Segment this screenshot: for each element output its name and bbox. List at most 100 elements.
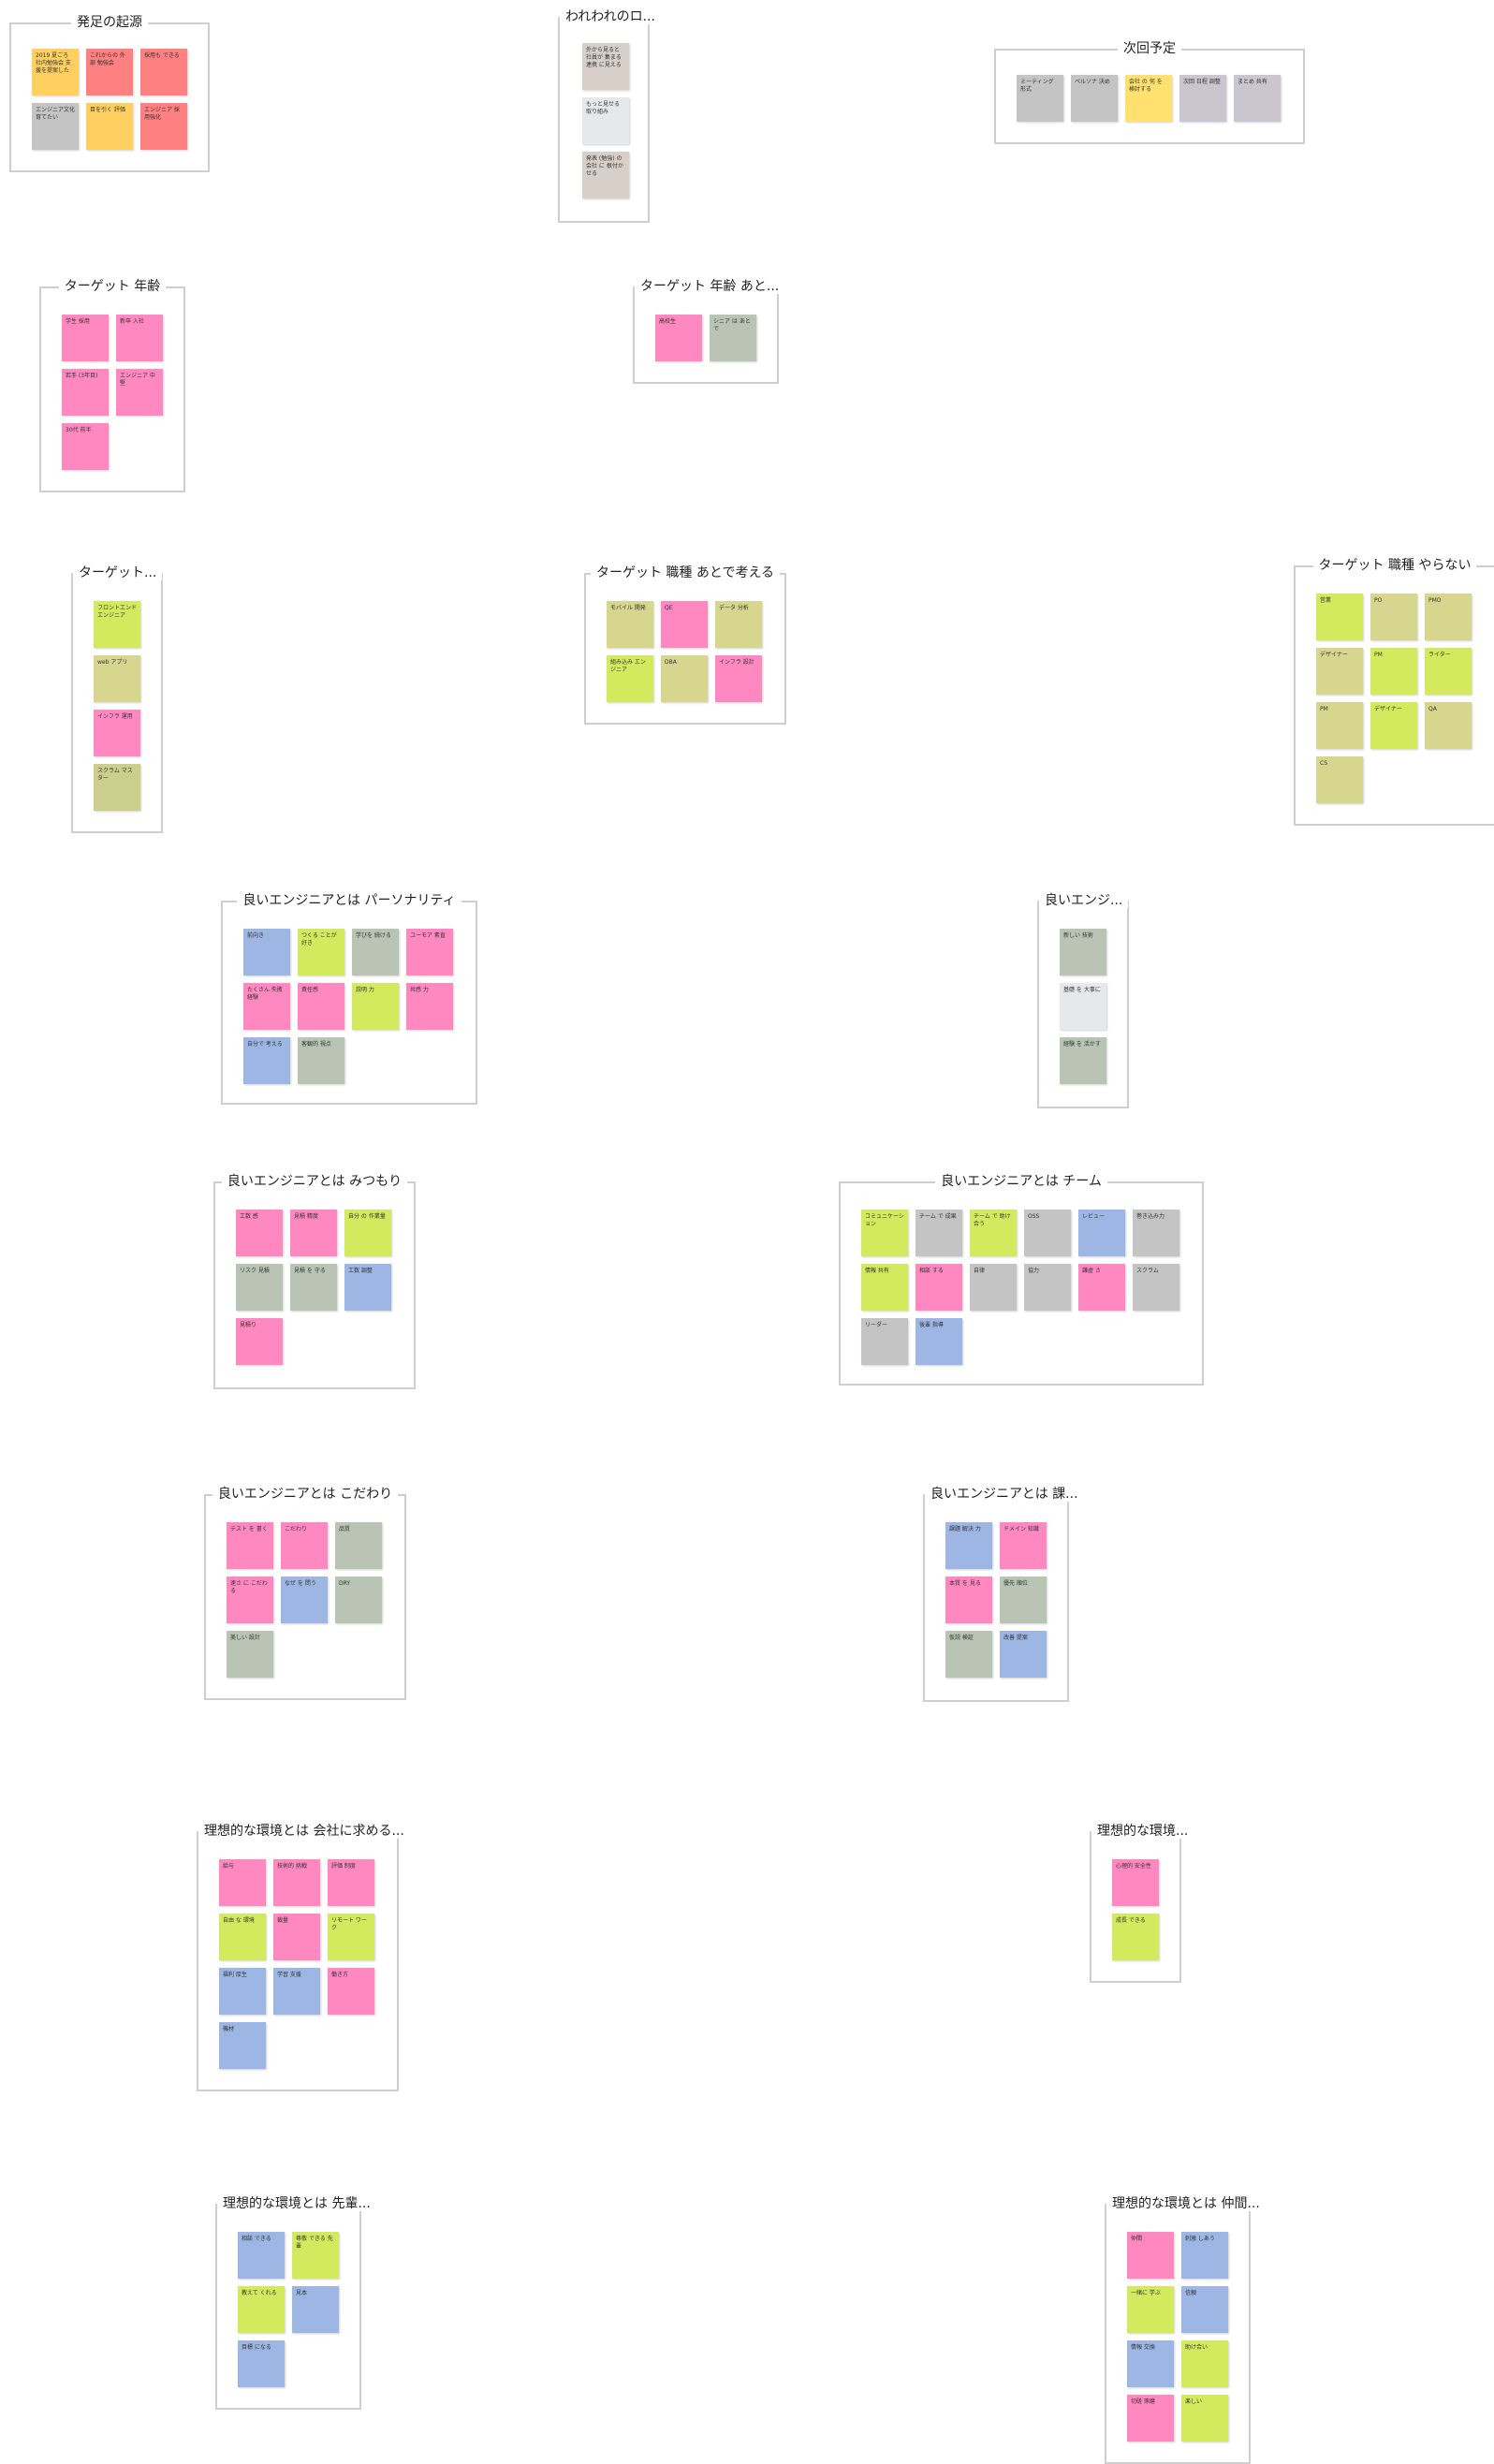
frame-title[interactable]: 理想的な環境とは 先輩...	[217, 2194, 376, 2213]
sticky-note[interactable]: 情報 交換	[1127, 2340, 1174, 2387]
sticky-note[interactable]: 速さ に こだわる	[227, 1577, 273, 1623]
sticky-note[interactable]: ユーモア 素直	[406, 929, 453, 975]
sticky-note[interactable]: 基礎 を 大事に	[1060, 983, 1106, 1030]
sticky-note[interactable]: デザイナー	[1316, 648, 1363, 695]
sticky-note[interactable]: DBA	[661, 655, 708, 702]
sticky-note[interactable]: 課題 解決 力	[945, 1522, 992, 1569]
sticky-note[interactable]: 自由 な 環境	[219, 1914, 266, 1960]
sticky-note[interactable]: フロントエンド エンジニア	[94, 601, 140, 648]
sticky-note[interactable]: 学びを 続ける	[352, 929, 399, 975]
sticky-note[interactable]: 前向き	[243, 929, 290, 975]
sticky-note[interactable]: 新卒 入社	[116, 315, 163, 361]
frame-title[interactable]: ターゲット 職種 やらない	[1296, 556, 1494, 575]
frame-title[interactable]: 良いエンジニアとは チーム	[841, 1172, 1202, 1191]
sticky-note[interactable]: web アプリ	[94, 655, 140, 702]
frame-f10[interactable]: 良いエンジ... 新しい 技術 基礎 を 大事に 経験 を 活かす	[1037, 893, 1129, 1108]
sticky-note[interactable]: 信頼	[1181, 2286, 1228, 2333]
sticky-note[interactable]: 工数 感	[236, 1210, 283, 1256]
sticky-note[interactable]: 自律	[970, 1264, 1017, 1311]
frame-f6[interactable]: ターゲット... フロントエンド エンジニア web アプリ インフラ 運用 スクラム …	[71, 565, 163, 833]
sticky-note[interactable]: 営業	[1316, 594, 1363, 640]
frame-title[interactable]: ターゲット 年齢	[41, 277, 183, 296]
sticky-note[interactable]: 情報 共有	[861, 1264, 908, 1311]
frame-title[interactable]: 良いエンジニアとは 課...	[925, 1485, 1084, 1503]
sticky-note[interactable]: 美しい 設計	[227, 1631, 273, 1678]
sticky-note[interactable]: これからの 外部 勉強会	[86, 49, 133, 95]
sticky-note[interactable]: 目を引く 評価	[86, 103, 133, 150]
sticky-note[interactable]: こだわり	[281, 1522, 328, 1569]
frame-f8[interactable]: ターゲット 職種 やらない 営業 PO PMO デザイナー PM ライター PM デザイナー QA…	[1294, 558, 1494, 826]
sticky-note[interactable]: 30代 前半	[62, 423, 109, 470]
frame-f9[interactable]: 良いエンジニアとは パーソナリティ 前向き つくる ことが好き 学びを 続ける ユーモア…	[221, 893, 477, 1105]
sticky-note[interactable]: 自分で 考える	[243, 1037, 290, 1084]
sticky-note[interactable]: テスト を 書く	[227, 1522, 273, 1569]
sticky-note[interactable]: 客観的 視点	[298, 1037, 344, 1084]
frame-title[interactable]: 発足の起源	[11, 13, 208, 32]
sticky-note[interactable]: 本質 を 見る	[945, 1577, 992, 1623]
frame-f17[interactable]: 理想的な環境とは 先輩... 相談 できる 尊敬 できる 先輩 教えて くれる 見本 目標…	[215, 2196, 376, 2410]
sticky-note[interactable]: 説明 力	[352, 983, 399, 1030]
sticky-note[interactable]: 組み込み エンジニア	[607, 655, 653, 702]
sticky-note[interactable]: 一緒に 学ぶ	[1127, 2286, 1174, 2333]
frame-f7[interactable]: ターゲット 職種 あとで考える モバイル 開発 QE データ 分析 組み込み エンジニア…	[584, 565, 786, 725]
sticky-note[interactable]: エンジニア 採用強化	[140, 103, 187, 150]
frame-f15[interactable]: 理想的な環境とは 会社に求める... 給与 技術的 挑戦 評価 制度 自由 な 環境 裁量…	[197, 1824, 410, 2091]
sticky-note[interactable]: ライター	[1425, 648, 1472, 695]
frame-title[interactable]: 良いエンジニアとは こだわり	[206, 1485, 404, 1503]
frame-title[interactable]: 理想的な環境とは 会社に求める...	[198, 1822, 410, 1841]
sticky-note[interactable]: まとめ 共有	[1234, 75, 1281, 122]
sticky-note[interactable]: 裁量	[273, 1914, 320, 1960]
sticky-note[interactable]: 優先 順位	[1000, 1577, 1047, 1623]
sticky-note[interactable]: 新しい 技術	[1060, 929, 1106, 975]
sticky-note[interactable]: 外から見ると 社員が 集まる 連携 に見える	[582, 43, 629, 90]
sticky-note[interactable]: スクラム マスター	[94, 764, 140, 811]
sticky-note[interactable]: 評価 制度	[328, 1859, 374, 1906]
frame-title[interactable]: ターゲット...	[73, 564, 163, 582]
sticky-note[interactable]: 共感 力	[406, 983, 453, 1030]
frame-f5[interactable]: ターゲット 年齢 あと... 高校生 シニア は あとで	[633, 279, 785, 384]
sticky-note[interactable]: 発表 (勉強) の 会社 に 根付かせる	[582, 152, 629, 198]
sticky-note[interactable]: PMO	[1425, 594, 1472, 640]
sticky-note[interactable]: 改善 提案	[1000, 1631, 1047, 1678]
frame-f4[interactable]: ターゲット 年齢 学生 採用 新卒 入社 若手 (3年目) エンジニア 中堅 30代 前半	[39, 279, 185, 492]
sticky-note[interactable]: 見積 を 守る	[290, 1264, 337, 1311]
sticky-note[interactable]: 若手 (3年目)	[62, 369, 109, 416]
sticky-note[interactable]: なぜ を 問う	[281, 1577, 328, 1623]
sticky-note[interactable]: 2019 夏ごろ 社内勉強会 支援を提案した	[32, 49, 79, 95]
sticky-note[interactable]: 心理的 安全性	[1112, 1859, 1159, 1906]
sticky-note[interactable]: 相談 する	[915, 1264, 962, 1311]
frame-title[interactable]: 次回予定	[996, 39, 1303, 58]
sticky-note[interactable]: 働き方	[328, 1968, 374, 2015]
frame-f12[interactable]: 良いエンジニアとは チーム コミュニケーション チーム で 成果 チーム で 助け合う…	[839, 1174, 1204, 1386]
frame-title[interactable]: ターゲット 職種 あとで考える	[586, 564, 784, 582]
sticky-note[interactable]: 見積り	[236, 1318, 283, 1365]
sticky-note[interactable]: インフラ 運用	[94, 710, 140, 756]
sticky-note[interactable]: 助け合い	[1181, 2340, 1228, 2387]
sticky-note[interactable]: PO	[1370, 594, 1417, 640]
sticky-note[interactable]: コミュニケーション	[861, 1210, 908, 1256]
sticky-note[interactable]: ミーティング 形式	[1017, 75, 1063, 122]
sticky-note[interactable]: 経験 を 活かす	[1060, 1037, 1106, 1084]
sticky-note[interactable]: エンジニア文化 育てたい	[32, 103, 79, 150]
sticky-note[interactable]: QE	[661, 601, 708, 648]
frame-title[interactable]: ターゲット 年齢 あと...	[635, 277, 785, 296]
sticky-note[interactable]: 目標 になる	[238, 2340, 285, 2387]
frame-title[interactable]: 良いエンジ...	[1039, 891, 1129, 910]
sticky-note[interactable]: 見本	[292, 2286, 339, 2333]
sticky-note[interactable]: 相談 できる	[238, 2232, 285, 2279]
frame-f18[interactable]: 理想的な環境とは 仲間... 仲間 刺激 しあう 一緒に 学ぶ 信頼 情報 交換 助け合い切…	[1105, 2196, 1266, 2464]
frame-f1[interactable]: 発足の起源 2019 夏ごろ 社内勉強会 支援を提案した これからの 外部 勉強会 採…	[9, 15, 210, 172]
sticky-note[interactable]: 会社 の 何 を 検討する	[1125, 75, 1172, 122]
sticky-note[interactable]: インフラ 設計	[715, 655, 762, 702]
sticky-note[interactable]: 技術的 挑戦	[273, 1859, 320, 1906]
sticky-note[interactable]: レビュー	[1078, 1210, 1125, 1256]
sticky-note[interactable]: 品質	[335, 1522, 382, 1569]
sticky-note[interactable]: OSS	[1024, 1210, 1071, 1256]
sticky-note[interactable]: チーム で 成果	[915, 1210, 962, 1256]
sticky-note[interactable]: 尊敬 できる 先輩	[292, 2232, 339, 2279]
sticky-note[interactable]: リーダー	[861, 1318, 908, 1365]
sticky-note[interactable]: PM	[1370, 648, 1417, 695]
sticky-note[interactable]: 福利 厚生	[219, 1968, 266, 2015]
sticky-note[interactable]: 見積 精度	[290, 1210, 337, 1256]
sticky-note[interactable]: 仲間	[1127, 2232, 1174, 2279]
